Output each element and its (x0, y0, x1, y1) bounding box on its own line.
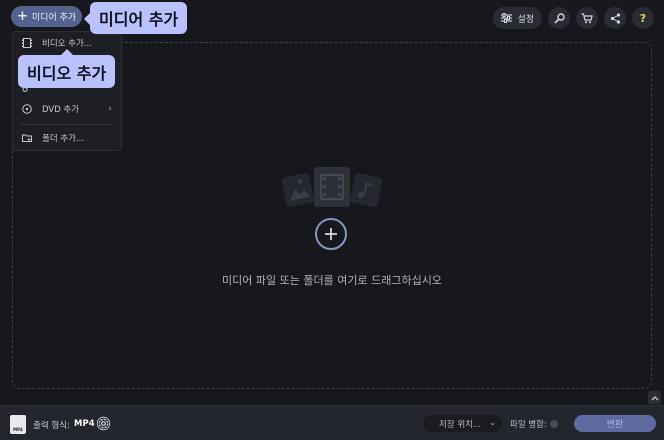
menu-item-label: 폴더 추가... (42, 134, 85, 144)
menu-item-label: 비디오 추가... (42, 39, 92, 49)
svg-text:?: ? (640, 12, 646, 24)
help-icon: ? (640, 12, 646, 24)
output-format-icon[interactable]: MP4 (10, 415, 26, 434)
chevron-right-icon: › (108, 104, 112, 114)
output-format-label: 출력 형식: (33, 421, 70, 431)
merge-files-label: 파일 병합: (510, 420, 547, 430)
convert-label: 변환 (606, 420, 624, 430)
add-files-button[interactable] (315, 218, 347, 250)
merge-files-toggle[interactable] (550, 420, 558, 428)
cart-button[interactable] (576, 7, 598, 29)
save-location-select[interactable]: 저장 위치... ⌄ (423, 415, 502, 432)
cart-icon (581, 12, 593, 23)
plus-icon (325, 228, 337, 240)
key-icon (553, 12, 565, 24)
app-window: + 미디어 추가 설정 ? 미디어 파일 또는 폴더를 여기로 드래그하십시오 … (0, 0, 664, 440)
help-button[interactable]: ? (632, 7, 654, 29)
folder-icon (22, 133, 32, 143)
gear-icon[interactable] (96, 416, 111, 431)
share-icon (610, 12, 620, 24)
drop-hint-text: 미디어 파일 또는 폴더를 여기로 드래그하십시오 (222, 274, 442, 287)
settings-label: 설정 (517, 14, 534, 25)
collapse-panel-button[interactable] (648, 391, 661, 404)
convert-button[interactable]: 변환 (574, 415, 656, 432)
top-right-toolbar: 설정 ? (493, 7, 654, 29)
output-format-value[interactable]: MP4 (74, 419, 95, 429)
bottom-bar: MP4 출력 형식: MP4 저장 위치... ⌄ 파일 병합: 변환 (0, 405, 664, 440)
chevron-down-icon: ⌄ (489, 418, 496, 427)
add-media-label: 미디어 추가 (31, 13, 77, 23)
media-files-icon (281, 167, 383, 208)
chevron-up-icon (651, 395, 658, 400)
save-location-label: 저장 위치... (439, 419, 482, 430)
share-button[interactable] (604, 7, 626, 29)
dvd-icon (22, 104, 32, 114)
add-video-tooltip: 비디오 추가 (18, 49, 116, 88)
menu-divider (21, 124, 113, 125)
menu-item-label: DVD 추가 (42, 105, 80, 115)
add-media-button[interactable]: + 미디어 추가 (11, 6, 82, 27)
search-button[interactable] (548, 7, 570, 29)
add-media-tooltip: 미디어 추가 (83, 2, 188, 34)
menu-item-add-folder[interactable]: 폴더 추가... (13, 127, 121, 149)
plus-icon: + (17, 9, 28, 24)
settings-sliders-icon (501, 13, 513, 23)
settings-button[interactable]: 설정 (493, 7, 542, 29)
menu-item-add-dvd[interactable]: DVD 추가 › (13, 98, 121, 120)
format-icon-text: MP4 (13, 427, 23, 432)
video-file-icon (22, 38, 32, 48)
